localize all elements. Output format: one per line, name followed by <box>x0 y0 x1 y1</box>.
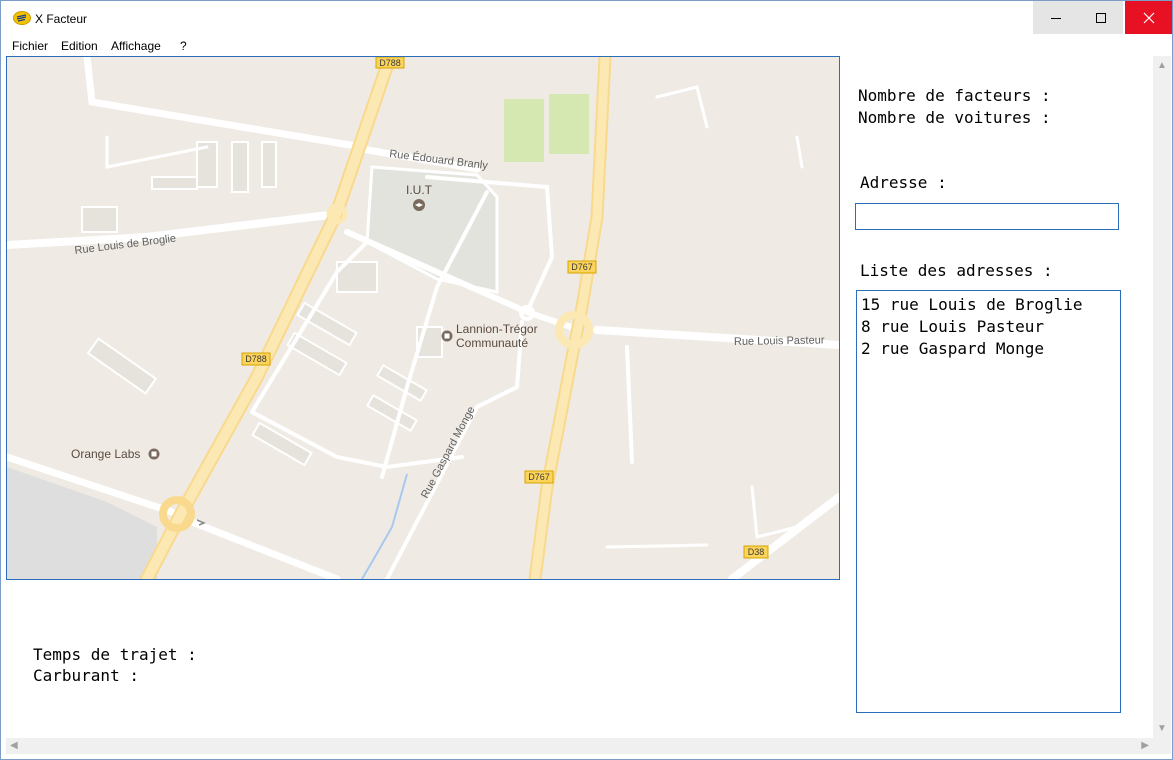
window-title: X Facteur <box>35 12 88 26</box>
menu-fichier[interactable]: Fichier <box>12 39 48 53</box>
scroll-right-icon[interactable]: ▶ <box>1141 740 1149 751</box>
liste-adresses-box[interactable]: 15 rue Louis de Broglie 8 rue Louis Past… <box>856 290 1121 713</box>
shield-d767-top: D767 <box>567 260 597 274</box>
scroll-up-icon[interactable]: ▲ <box>1157 60 1167 71</box>
carburant-label: Carburant : <box>33 666 139 685</box>
app-window: X Facteur Fichier Edition Affichage ? Ru… <box>0 0 1173 760</box>
menu-help[interactable]: ? <box>180 39 187 53</box>
svg-text:D788: D788 <box>245 354 267 364</box>
poi-lannion-label-2: Communauté <box>456 336 528 350</box>
list-item[interactable]: 8 rue Louis Pasteur <box>861 316 1120 338</box>
menu-affichage[interactable]: Affichage <box>111 39 161 53</box>
vertical-scrollbar[interactable]: ▲ ▼ <box>1153 56 1171 738</box>
close-button[interactable] <box>1125 1 1172 34</box>
map-field <box>504 99 544 162</box>
road-label-pasteur: Rue Louis Pasteur <box>734 334 825 348</box>
poi-iut-label: I.U.T <box>406 183 433 197</box>
poi-lannion-label-1: Lannion-Trégor <box>456 322 538 336</box>
shield-d767-bottom: D767 <box>524 470 554 484</box>
adresse-input[interactable] <box>855 203 1119 230</box>
temps-trajet-label: Temps de trajet : <box>33 645 197 664</box>
svg-text:D38: D38 <box>748 547 765 557</box>
poi-lannion[interactable]: Lannion-Trégor Communauté <box>441 322 538 350</box>
minimize-button[interactable] <box>1033 1 1078 34</box>
shield-d788-top: D788 <box>375 57 405 69</box>
scroll-left-icon[interactable]: ◀ <box>10 740 18 751</box>
nombre-facteurs-label: Nombre de facteurs : <box>858 86 1051 105</box>
horizontal-scrollbar[interactable]: ◀ ▶ <box>6 738 1153 754</box>
close-icon <box>1143 12 1154 23</box>
road-label-monge: Rue Gaspard Monge <box>419 405 478 501</box>
svg-text:D767: D767 <box>528 472 550 482</box>
minimize-icon <box>1050 17 1061 19</box>
title-bar: X Facteur <box>1 1 1172 34</box>
list-item[interactable]: 15 rue Louis de Broglie <box>861 294 1120 316</box>
list-item[interactable]: 2 rue Gaspard Monge <box>861 338 1120 360</box>
svg-text:D788: D788 <box>379 58 401 68</box>
shield-d788-mid: D788 <box>241 352 271 366</box>
scroll-corner <box>1153 738 1171 754</box>
poi-orange-labs[interactable]: Orange Labs <box>71 447 160 461</box>
map-building-iut <box>365 165 499 294</box>
svg-text:D767: D767 <box>571 262 593 272</box>
la-poste-logo-icon <box>13 11 31 25</box>
map-view[interactable]: Rue Édouard Branly Rue Louis de Broglie … <box>6 56 840 580</box>
liste-adresses-label: Liste des adresses : <box>860 261 1053 280</box>
menu-edition[interactable]: Edition <box>61 39 98 53</box>
nombre-voitures-label: Nombre de voitures : <box>858 108 1051 127</box>
maximize-icon <box>1095 12 1106 23</box>
map-field <box>549 94 589 154</box>
menu-bar: Fichier Edition Affichage ? <box>1 35 1172 55</box>
poi-orange-label: Orange Labs <box>71 447 140 461</box>
shield-d38: D38 <box>743 545 769 559</box>
maximize-button[interactable] <box>1078 1 1123 34</box>
adresse-label: Adresse : <box>860 173 947 192</box>
map-minor-roads <box>7 57 839 579</box>
scroll-down-icon[interactable]: ▼ <box>1157 723 1167 734</box>
map-stream <box>361 473 408 579</box>
